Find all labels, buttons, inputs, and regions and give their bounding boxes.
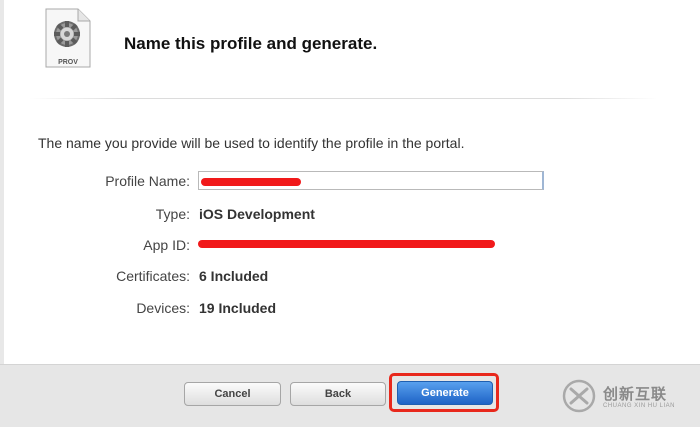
- watermark-text: 创新互联: [603, 386, 668, 403]
- certificates-value: 6 Included: [199, 268, 269, 284]
- header-divider: [30, 98, 658, 99]
- type-value: iOS Development: [199, 206, 315, 222]
- type-label: Type:: [155, 206, 190, 222]
- type-row: Type: iOS Development: [0, 206, 700, 228]
- app-id-redaction: [198, 240, 495, 248]
- watermark-subtext: CHUANG XIN HU LIAN: [603, 403, 676, 409]
- cancel-button[interactable]: Cancel: [184, 382, 281, 406]
- page-title: Name this profile and generate.: [124, 34, 378, 53]
- profile-name-label: Profile Name:: [105, 173, 190, 189]
- provisioning-profile-dialog: PROV Name this profile and generate. The…: [0, 0, 700, 427]
- certificates-row: Certificates: 6 Included: [0, 268, 700, 290]
- prov-icon-label: PROV: [58, 59, 78, 66]
- watermark-logo-icon: [562, 379, 596, 413]
- devices-row: Devices: 19 Included: [0, 300, 700, 322]
- profile-name-redaction: [201, 178, 301, 186]
- devices-label: Devices:: [136, 300, 190, 316]
- provisioning-profile-icon: PROV: [45, 8, 91, 68]
- certificates-label: Certificates:: [116, 268, 190, 284]
- app-id-label: App ID:: [143, 237, 190, 253]
- devices-value: 19 Included: [199, 300, 277, 316]
- generate-highlight-box: [389, 373, 499, 412]
- intro-text: The name you provide will be used to ide…: [38, 135, 465, 151]
- back-button[interactable]: Back: [290, 382, 386, 406]
